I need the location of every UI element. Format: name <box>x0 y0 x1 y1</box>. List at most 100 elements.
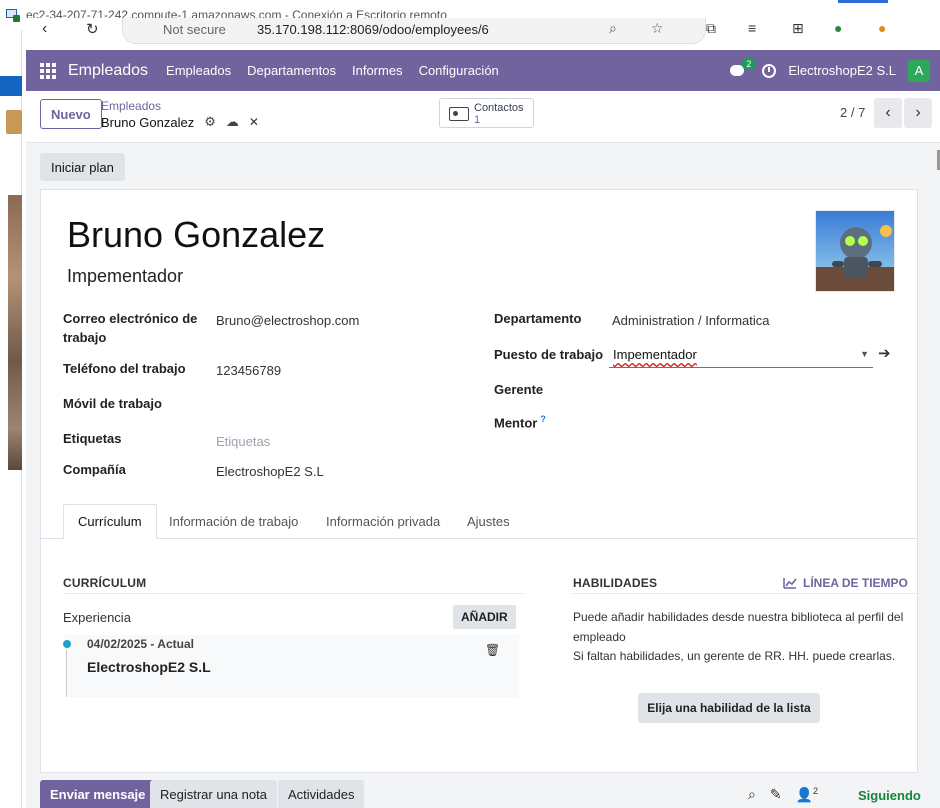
employee-name[interactable]: Bruno Gonzalez <box>67 214 325 256</box>
work-phone-field[interactable]: 123456789 <box>216 363 281 378</box>
control-panel: Nuevo Empleados Bruno Gonzalez ⚙ ☁ ✕ Con… <box>26 91 940 143</box>
resume-line-date: 04/02/2025 - Actual <box>87 637 194 651</box>
work-email-label: Correo electrónico de trabajo <box>63 311 198 345</box>
tags-label: Etiquetas <box>63 431 122 446</box>
mentor-label: Mentor? <box>494 410 546 432</box>
skills-help-line-2: Si faltan habilidades, un gerente de RR.… <box>573 649 896 663</box>
robot-avatar-image <box>816 211 894 291</box>
tab-private-information[interactable]: Información privada <box>326 504 440 539</box>
host-taskbar-accent <box>0 76 22 96</box>
menu-departments[interactable]: Departamentos <box>247 63 336 78</box>
line-chart-icon <box>783 578 797 589</box>
add-resume-line-button[interactable]: AÑADIR <box>453 605 516 629</box>
company-label: Compañía <box>63 462 126 477</box>
paperclip-icon[interactable]: ✎ <box>770 786 782 804</box>
favorites-icon[interactable]: ≡ <box>748 20 756 36</box>
address-bar[interactable]: Not secure 35.170.198.112:8069/odoo/empl… <box>122 18 706 44</box>
extension-icon[interactable]: ● <box>834 20 842 36</box>
star-icon[interactable]: ☆ <box>651 20 664 37</box>
app-brand[interactable]: Empleados <box>68 62 148 80</box>
work-email-field[interactable]: Bruno@electroshop.com <box>216 313 359 328</box>
pager-next-button[interactable]: › <box>904 98 932 128</box>
host-app-icon <box>6 110 22 134</box>
employee-avatar[interactable] <box>815 210 895 292</box>
department-field[interactable]: Administration / Informatica <box>612 313 770 328</box>
send-message-button[interactable]: Enviar mensaje <box>40 780 156 808</box>
mentor-label-text: Mentor <box>494 415 538 431</box>
security-label: Not secure <box>163 22 226 37</box>
breadcrumb-current: Bruno Gonzalez ⚙ ☁ ✕ <box>101 114 259 130</box>
timeline-dot <box>63 640 71 648</box>
chevron-left-icon: ‹ <box>885 104 891 121</box>
resume-divider <box>63 593 523 594</box>
discard-icon[interactable]: ✕ <box>249 115 259 129</box>
new-button[interactable]: Nuevo <box>40 99 102 129</box>
resume-section-title: CURRÍCULUM <box>63 576 147 590</box>
mentor-field[interactable] <box>612 414 872 432</box>
skills-divider <box>573 593 917 594</box>
job-position-label: Puesto de trabajo <box>494 347 604 362</box>
resume-line-company: ElectroshopE2 S.L <box>87 659 211 675</box>
menu-employees[interactable]: Empleados <box>166 63 231 78</box>
breadcrumb-parent[interactable]: Empleados <box>101 99 161 113</box>
odoo-app: Empleados Empleados Departamentos Inform… <box>26 50 940 808</box>
company-switcher[interactable]: ElectroshopE2 S.L <box>788 63 896 78</box>
profile-icon[interactable]: ● <box>878 20 886 36</box>
activities-button[interactable]: Actividades <box>278 780 365 808</box>
contacts-label: Contactos <box>474 102 524 114</box>
pick-skill-button[interactable]: Elija una habilidad de la lista <box>638 693 820 723</box>
log-note-button[interactable]: Registrar una nota <box>150 780 277 808</box>
tab-settings[interactable]: Ajustes <box>467 504 510 539</box>
timeline-line <box>66 650 67 697</box>
back-icon[interactable]: ‹ <box>42 20 47 38</box>
skills-timeline-link[interactable]: LÍNEA DE TIEMPO <box>783 576 908 590</box>
user-avatar[interactable]: A <box>908 59 930 82</box>
tab-resume[interactable]: Currículum <box>63 504 157 539</box>
start-plan-button[interactable]: Iniciar plan <box>40 153 125 181</box>
trash-icon[interactable]: 🗑 <box>485 643 500 657</box>
followers-icon[interactable]: 👤2 <box>796 786 818 804</box>
cloud-save-icon[interactable]: ☁ <box>226 114 239 130</box>
employee-form-sheet: Bruno Gonzalez Impementador Correo elect… <box>40 189 918 773</box>
pager-previous-button[interactable]: ‹ <box>874 98 902 128</box>
skills-help-line-1: Puede añadir habilidades desde nuestra b… <box>573 610 904 644</box>
manager-field[interactable] <box>612 384 872 402</box>
apps-menu-icon[interactable] <box>40 62 56 79</box>
collections-icon[interactable]: ⊞ <box>792 20 804 37</box>
department-label: Departamento <box>494 311 582 326</box>
breadcrumb-current-label: Bruno Gonzalez <box>101 114 195 130</box>
timeline-link-label: LÍNEA DE TIEMPO <box>803 576 908 590</box>
internal-link-arrow-icon[interactable]: ➔ <box>878 344 891 362</box>
pager-value[interactable]: 2 / 7 <box>840 105 865 120</box>
browser-toolbar: ‹ ↻ Not secure 35.170.198.112:8069/odoo/… <box>22 18 940 48</box>
followers-count: 2 <box>813 786 819 796</box>
employee-job-title[interactable]: Impementador <box>67 266 183 287</box>
reload-icon[interactable]: ↻ <box>86 20 99 38</box>
activity-clock-icon[interactable] <box>762 63 777 78</box>
company-field[interactable]: ElectroshopE2 S.L <box>216 464 324 479</box>
job-position-select[interactable]: Impementador ▼ <box>609 344 873 368</box>
split-screen-icon[interactable]: ⧉ <box>706 20 716 37</box>
remote-desktop-icon <box>6 8 20 22</box>
menu-configuration[interactable]: Configuración <box>419 63 499 78</box>
messages-icon[interactable]: 2 <box>730 57 756 79</box>
following-button[interactable]: Siguiendo <box>858 788 921 803</box>
contacts-smart-button[interactable]: Contactos 1 <box>439 98 534 128</box>
url-text: 35.170.198.112:8069/odoo/employees/6 <box>257 22 489 37</box>
top-navbar: Empleados Empleados Departamentos Inform… <box>26 50 940 91</box>
titlebar-accent <box>838 0 888 3</box>
mobile-field[interactable] <box>216 398 466 416</box>
search-icon[interactable]: ⌕ <box>748 786 756 804</box>
search-icon[interactable]: ⌕ <box>609 20 617 37</box>
tab-work-information[interactable]: Información de trabajo <box>169 504 298 539</box>
gear-icon[interactable]: ⚙ <box>204 114 216 130</box>
experience-group-label: Experiencia <box>63 610 131 625</box>
chatter-topbar: Enviar mensaje Registrar una nota Activi… <box>26 780 940 808</box>
help-tooltip-icon[interactable]: ? <box>540 414 546 424</box>
messages-badge: 2 <box>742 57 756 70</box>
job-position-value: Impementador <box>613 347 697 362</box>
tags-input[interactable]: Etiquetas <box>216 434 270 449</box>
chevron-right-icon: › <box>915 104 921 121</box>
chatter-icons: ⌕ ✎ 👤2 <box>748 786 818 804</box>
menu-reports[interactable]: Informes <box>352 63 403 78</box>
